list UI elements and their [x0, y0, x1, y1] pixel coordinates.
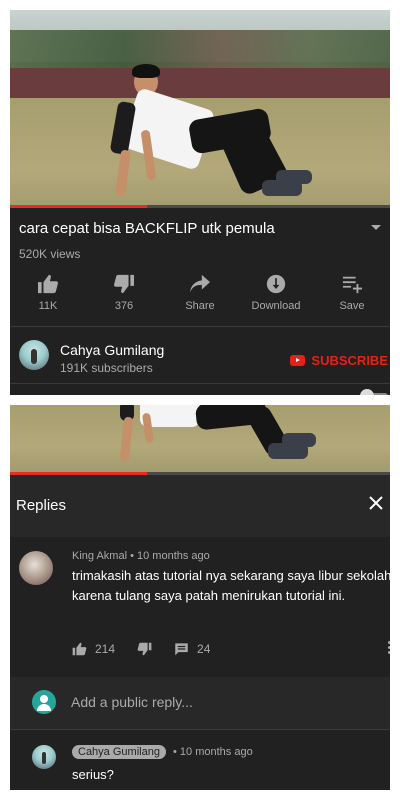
reply-count: 24: [197, 642, 211, 656]
video-title: cara cepat bisa BACKFLIP utk pemula: [19, 220, 275, 237]
divider: [10, 729, 390, 730]
comment-reply-button[interactable]: 24: [174, 642, 210, 656]
download-button[interactable]: Download: [238, 274, 314, 324]
share-icon: [190, 274, 210, 293]
save-button[interactable]: Save: [314, 274, 390, 324]
reply-author-avatar[interactable]: [32, 745, 56, 769]
comment-like-button[interactable]: 214: [72, 642, 115, 656]
comment-author[interactable]: King Akmal: [72, 550, 127, 562]
comment-icon: [175, 643, 188, 656]
comment-like-count: 214: [95, 642, 116, 656]
like-button[interactable]: 11K: [10, 274, 86, 324]
comment-meta: King Akmal • 10 months ago: [72, 550, 210, 562]
comment: King Akmal • 10 months ago trimakasih at…: [10, 545, 390, 675]
divider: [10, 326, 390, 327]
video-progress-fill: [10, 205, 147, 208]
replies-header: Replies: [10, 475, 390, 537]
reply-author-badge[interactable]: Cahya Gumilang: [72, 745, 166, 759]
save-label: Save: [339, 300, 365, 312]
action-bar: 11K 376 Share Download Save: [10, 274, 390, 324]
dislike-button[interactable]: 376: [86, 274, 162, 324]
video-progress-bar[interactable]: [10, 205, 390, 208]
person-hair: [132, 64, 160, 78]
toggle-knob: [360, 389, 374, 395]
view-count: 520K views: [19, 247, 81, 261]
reply-text: serius?: [72, 767, 114, 782]
subscribe-button[interactable]: SUBSCRIBE: [290, 353, 388, 368]
video-player[interactable]: [10, 405, 390, 475]
thumbs-up-icon: [38, 274, 58, 294]
reply-input[interactable]: Add a public reply...: [71, 694, 193, 710]
download-label: Download: [251, 300, 301, 312]
replies-title: Replies: [16, 497, 67, 514]
divider: [10, 383, 390, 384]
replies-screenshot: Replies King Akmal • 10 months ago trima…: [10, 405, 390, 790]
comment-dislike-button[interactable]: [137, 642, 152, 656]
channel-avatar[interactable]: [19, 340, 49, 370]
avatar-figure: [31, 349, 37, 364]
video-title-row[interactable]: cara cepat bisa BACKFLIP utk pemula: [19, 220, 381, 244]
thumbs-down-icon: [114, 274, 134, 294]
channel-row[interactable]: Cahya Gumilang 191K subscribers SUBSCRIB…: [10, 328, 390, 383]
thumbs-up-icon: [72, 642, 87, 656]
reply-meta: • 10 months ago: [173, 746, 253, 758]
subscriber-count: 191K subscribers: [60, 361, 153, 375]
reply: Cahya Gumilang • 10 months ago serius?: [10, 735, 390, 790]
meta-separator: •: [173, 746, 180, 758]
more-options-icon[interactable]: [388, 641, 390, 656]
download-icon: [266, 274, 286, 294]
expand-description-icon[interactable]: [371, 225, 381, 230]
youtube-logo-icon: [290, 355, 306, 366]
save-playlist-icon: [342, 276, 362, 294]
video-player[interactable]: [10, 10, 390, 208]
thumbs-down-icon: [137, 642, 152, 656]
channel-name[interactable]: Cahya Gumilang: [60, 342, 164, 358]
comment-time: 10 months ago: [137, 550, 210, 562]
close-icon[interactable]: [368, 495, 384, 511]
comment-actions: 214 24: [72, 640, 232, 658]
video-hedge: [10, 68, 390, 98]
meta-separator: •: [130, 550, 138, 562]
like-count: 11K: [38, 300, 58, 312]
person-shoe: [282, 433, 316, 447]
dislike-count: 376: [114, 300, 134, 312]
user-avatar-icon: [32, 690, 56, 714]
commenter-avatar[interactable]: [19, 551, 53, 585]
share-button[interactable]: Share: [162, 274, 238, 324]
comment-text: trimakasih atas tutorial nya sekarang sa…: [72, 568, 390, 603]
reply-input-row[interactable]: Add a public reply...: [10, 677, 390, 729]
subscribe-label: SUBSCRIBE: [311, 353, 388, 368]
reply-time: 10 months ago: [179, 746, 253, 758]
autoplay-toggle[interactable]: [356, 389, 388, 395]
share-label: Share: [185, 300, 215, 312]
person-shoe: [276, 170, 312, 184]
video-page-screenshot: cara cepat bisa BACKFLIP utk pemula 520K…: [10, 10, 390, 395]
